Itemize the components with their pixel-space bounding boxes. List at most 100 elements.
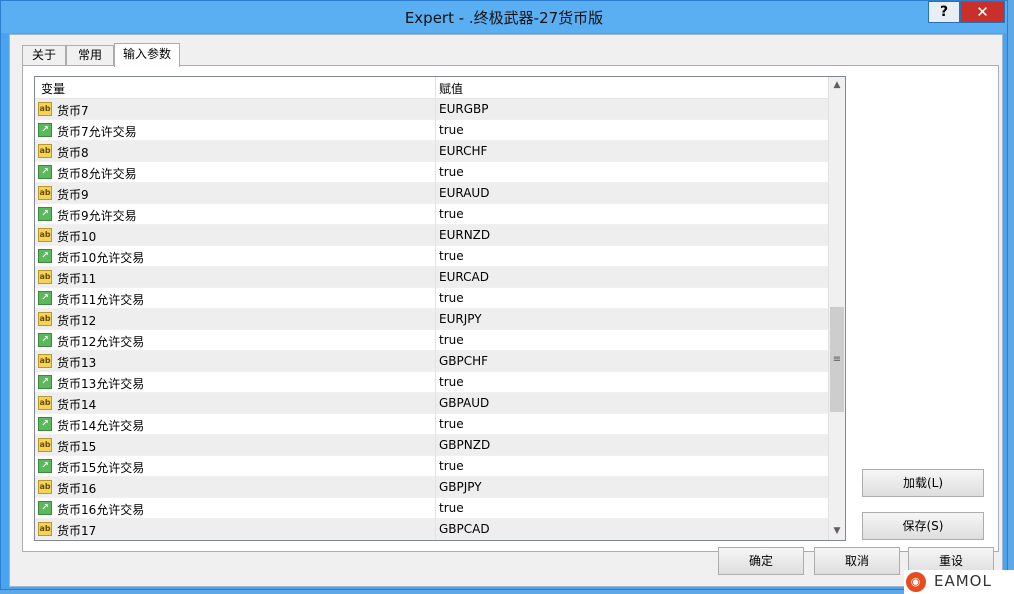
header-variable[interactable]: 变量 [41, 80, 65, 97]
boolean-param-icon: ↗ [38, 291, 52, 305]
parameters-grid[interactable]: 变量 赋值 ab 货币7 EURGBP ↗ 货币7允许交易 true ab 货币8 EURCHF… [34, 76, 846, 541]
table-row[interactable]: ↗ 货币15允许交易 true [35, 456, 830, 477]
scroll-down-icon[interactable]: ▼ [829, 523, 845, 540]
column-divider [435, 435, 436, 456]
tab-inputs[interactable]: 输入参数 [114, 43, 180, 67]
param-value[interactable]: true [439, 249, 464, 263]
string-param-icon: ab [38, 186, 52, 200]
param-value[interactable]: true [439, 291, 464, 305]
param-name: 货币11允许交易 [57, 293, 145, 307]
table-row[interactable]: ab 货币13 GBPCHF [35, 351, 830, 372]
eamol-logo-icon: ◉ [906, 572, 926, 592]
table-row[interactable]: ab 货币10 EURNZD [35, 225, 830, 246]
param-name: 货币8允许交易 [57, 167, 137, 181]
table-row[interactable]: ↗ 货币16允许交易 true [35, 498, 830, 519]
column-divider [435, 141, 436, 162]
param-name: 货币14 [57, 398, 97, 412]
table-row[interactable]: ab 货币12 EURJPY [35, 309, 830, 330]
table-row[interactable]: ↗ 货币14允许交易 true [35, 414, 830, 435]
param-name: 货币16 [57, 482, 97, 496]
string-param-icon: ab [38, 522, 52, 536]
param-value[interactable]: EURNZD [439, 228, 490, 242]
table-row[interactable]: ↗ 货币8允许交易 true [35, 162, 830, 183]
param-value[interactable]: true [439, 375, 464, 389]
param-name: 货币8 [57, 146, 89, 160]
table-row[interactable]: ↗ 货币10允许交易 true [35, 246, 830, 267]
param-value[interactable]: true [439, 417, 464, 431]
param-value[interactable]: GBPCAD [439, 522, 490, 536]
param-value[interactable]: true [439, 459, 464, 473]
param-value[interactable]: GBPNZD [439, 438, 490, 452]
param-name: 货币13 [57, 356, 97, 370]
param-value[interactable]: true [439, 207, 464, 221]
param-value[interactable]: GBPCHF [439, 354, 488, 368]
cancel-button[interactable]: 取消 [814, 547, 900, 575]
boolean-param-icon: ↗ [38, 417, 52, 431]
param-name: 货币15允许交易 [57, 461, 145, 475]
table-row[interactable]: ab 货币14 GBPAUD [35, 393, 830, 414]
column-divider [435, 225, 436, 246]
tab-common[interactable]: 常用 [66, 45, 114, 65]
string-param-icon: ab [38, 102, 52, 116]
param-name: 货币9允许交易 [57, 209, 137, 223]
header-value[interactable]: 赋值 [439, 80, 463, 97]
table-row[interactable]: ↗ 货币13允许交易 true [35, 372, 830, 393]
boolean-param-icon: ↗ [38, 375, 52, 389]
param-value[interactable]: EURJPY [439, 312, 482, 326]
param-name: 货币10 [57, 230, 97, 244]
string-param-icon: ab [38, 438, 52, 452]
string-param-icon: ab [38, 228, 52, 242]
param-value[interactable]: EURCHF [439, 144, 487, 158]
save-button[interactable]: 保存(S) [862, 512, 984, 540]
table-row[interactable]: ↗ 货币12允许交易 true [35, 330, 830, 351]
param-value[interactable]: EURGBP [439, 102, 488, 116]
table-row[interactable]: ↗ 货币7允许交易 true [35, 120, 830, 141]
table-row[interactable]: ab 货币17 GBPCAD [35, 519, 830, 540]
table-row[interactable]: ab 货币11 EURCAD [35, 267, 830, 288]
param-value[interactable]: true [439, 165, 464, 179]
param-name: 货币10允许交易 [57, 251, 145, 265]
scroll-up-icon[interactable]: ▲ [829, 77, 845, 94]
scroll-thumb[interactable]: ≡ [830, 307, 844, 412]
column-divider [435, 456, 436, 477]
string-param-icon: ab [38, 144, 52, 158]
param-value[interactable]: true [439, 333, 464, 347]
table-row[interactable]: ab 货币16 GBPJPY [35, 477, 830, 498]
boolean-param-icon: ↗ [38, 165, 52, 179]
column-divider [435, 162, 436, 183]
string-param-icon: ab [38, 480, 52, 494]
title-bar[interactable]: Expert - .终极武器-27货币版 ? ✕ [1, 1, 1007, 33]
param-value[interactable]: GBPAUD [439, 396, 489, 410]
column-divider [435, 519, 436, 540]
param-name: 货币11 [57, 272, 97, 286]
help-button[interactable]: ? [928, 1, 960, 23]
table-row[interactable]: ab 货币15 GBPNZD [35, 435, 830, 456]
table-row[interactable]: ↗ 货币9允许交易 true [35, 204, 830, 225]
vertical-scrollbar[interactable]: ▲ ≡ ▼ [828, 77, 845, 540]
table-row[interactable]: ↗ 货币11允许交易 true [35, 288, 830, 309]
column-divider [435, 414, 436, 435]
column-divider [435, 246, 436, 267]
table-row[interactable]: ab 货币7 EURGBP [35, 99, 830, 120]
column-divider [435, 498, 436, 519]
param-value[interactable]: true [439, 501, 464, 515]
boolean-param-icon: ↗ [38, 249, 52, 263]
param-value[interactable]: EURCAD [439, 270, 489, 284]
param-value[interactable]: true [439, 123, 464, 137]
param-value[interactable]: GBPJPY [439, 480, 482, 494]
column-divider [435, 288, 436, 309]
grid-header: 变量 赋值 [35, 77, 830, 99]
column-divider [435, 267, 436, 288]
tab-about[interactable]: 关于 [22, 45, 66, 65]
param-name: 货币12允许交易 [57, 335, 145, 349]
column-divider [435, 477, 436, 498]
column-divider [435, 393, 436, 414]
table-row[interactable]: ab 货币9 EURAUD [35, 183, 830, 204]
ok-button[interactable]: 确定 [718, 547, 804, 575]
table-row[interactable]: ab 货币8 EURCHF [35, 141, 830, 162]
param-name: 货币7 [57, 104, 89, 118]
param-value[interactable]: EURAUD [439, 186, 489, 200]
header-divider[interactable] [435, 77, 436, 99]
load-button[interactable]: 加载(L) [862, 469, 984, 497]
close-button[interactable]: ✕ [960, 1, 1005, 23]
